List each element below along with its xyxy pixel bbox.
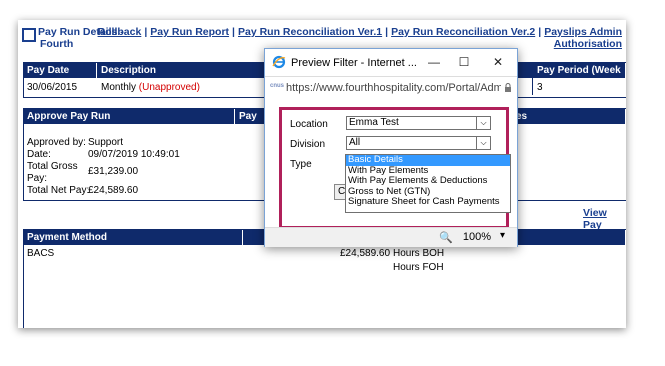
- col-divider: [234, 109, 235, 124]
- date-label: Date:: [27, 149, 51, 160]
- col-divider: [532, 63, 533, 95]
- address-bar: cnus https://www.fourthhospitality.com/P…: [265, 76, 517, 99]
- payment-method-heading: Payment Method: [27, 232, 108, 243]
- preview-filter-window: Preview Filter - Internet ... — ☐ ✕ cnus…: [264, 48, 518, 247]
- gross-label-line1: Total Gross: [27, 161, 78, 172]
- window-title: Preview Filter - Internet ...: [291, 57, 417, 69]
- rollback-link[interactable]: Rollback: [98, 26, 142, 38]
- pay-run-report-link[interactable]: Pay Run Report: [150, 26, 229, 38]
- zoom-dropdown-icon[interactable]: ▾: [500, 230, 505, 241]
- payment-amount: £24,589.60: [340, 248, 391, 259]
- zoom-level[interactable]: 100%: [463, 231, 491, 243]
- location-selected-value: Emma Test: [349, 117, 399, 128]
- approved-by-value: Support: [88, 137, 124, 148]
- nav-links: Rollback | Pay Run Report | Pay Run Reconcil…: [97, 26, 622, 50]
- ie-icon: [272, 55, 286, 69]
- reconciliation-v2-link[interactable]: Pay Run Reconciliation Ver.2: [391, 26, 535, 38]
- authorisation-link[interactable]: Authorisation: [554, 38, 622, 50]
- chevron-down-icon: ⌵: [476, 117, 490, 129]
- type-dropdown-list[interactable]: Basic Details With Pay Elements With Pay…: [345, 154, 511, 213]
- select-checkbox[interactable]: [22, 28, 36, 42]
- close-button[interactable]: ✕: [487, 53, 509, 71]
- division-selected-value: All: [349, 137, 361, 148]
- gross-label-line2: Pay:: [27, 173, 48, 184]
- filter-body: Location Emma Test ⌵ Division All ⌵ Type…: [265, 98, 517, 229]
- pay-date-header: Pay Date: [27, 65, 70, 76]
- minimize-button[interactable]: —: [423, 53, 445, 71]
- approve-heading: Approve Pay Run: [27, 111, 111, 122]
- payment-method-value: BACS: [27, 248, 55, 259]
- approved-by-label: Approved by:: [27, 137, 86, 148]
- date-value: 09/07/2019 10:49:01: [88, 149, 180, 160]
- lock-icon: [505, 83, 511, 92]
- chevron-down-icon: ⌵: [476, 137, 490, 149]
- type-option[interactable]: Basic Details: [346, 154, 510, 166]
- col-divider: [242, 230, 243, 245]
- description-text: Monthly: [101, 82, 137, 93]
- approve-heading-2: Pay: [239, 111, 257, 122]
- type-option[interactable]: Signature Sheet for Cash Payments: [346, 196, 510, 208]
- description-value: Monthly (Unapproved): [101, 82, 200, 94]
- url-text[interactable]: https://www.fourthhospitality.com/Portal…: [286, 82, 501, 94]
- pay-period-header: Pay Period (Week: [537, 65, 621, 76]
- site-badge-icon: cnus: [270, 83, 285, 89]
- zoom-icon: 🔍: [439, 232, 453, 244]
- view-pay-link[interactable]: View Pay: [583, 207, 626, 231]
- col-divider: [96, 63, 97, 95]
- division-select[interactable]: All ⌵: [346, 136, 491, 150]
- filter-highlight-box: Location Emma Test ⌵ Division All ⌵ Type…: [279, 107, 511, 229]
- location-select[interactable]: Emma Test ⌵: [346, 116, 491, 130]
- status-unapproved: (Unapproved): [138, 82, 200, 93]
- division-label: Division: [290, 139, 326, 150]
- pay-period-value: 3: [537, 82, 543, 93]
- description-header: Description: [101, 65, 157, 76]
- net-label: Total Net Pay:: [27, 185, 90, 196]
- location-label: Location: [290, 119, 328, 130]
- pay-date-value: 30/06/2015: [27, 82, 78, 93]
- hours-foh: Hours FOH: [393, 262, 444, 273]
- reconciliation-v1-link[interactable]: Pay Run Reconciliation Ver.1: [238, 26, 382, 38]
- type-option[interactable]: With Pay Elements & Deductions: [346, 175, 510, 187]
- status-bar: 🔍 100% ▾: [265, 227, 517, 247]
- hours-boh: Hours BOH: [393, 248, 445, 259]
- maximize-button[interactable]: ☐: [453, 53, 475, 71]
- gross-label: Total Gross Pay:: [27, 161, 78, 185]
- window-titlebar: Preview Filter - Internet ... — ☐ ✕: [265, 49, 517, 76]
- type-label: Type: [290, 159, 312, 170]
- gross-value: £31,239.00: [88, 166, 139, 177]
- payslips-admin-link[interactable]: Payslips Admin: [544, 26, 622, 38]
- net-value: £24,589.60: [88, 185, 139, 196]
